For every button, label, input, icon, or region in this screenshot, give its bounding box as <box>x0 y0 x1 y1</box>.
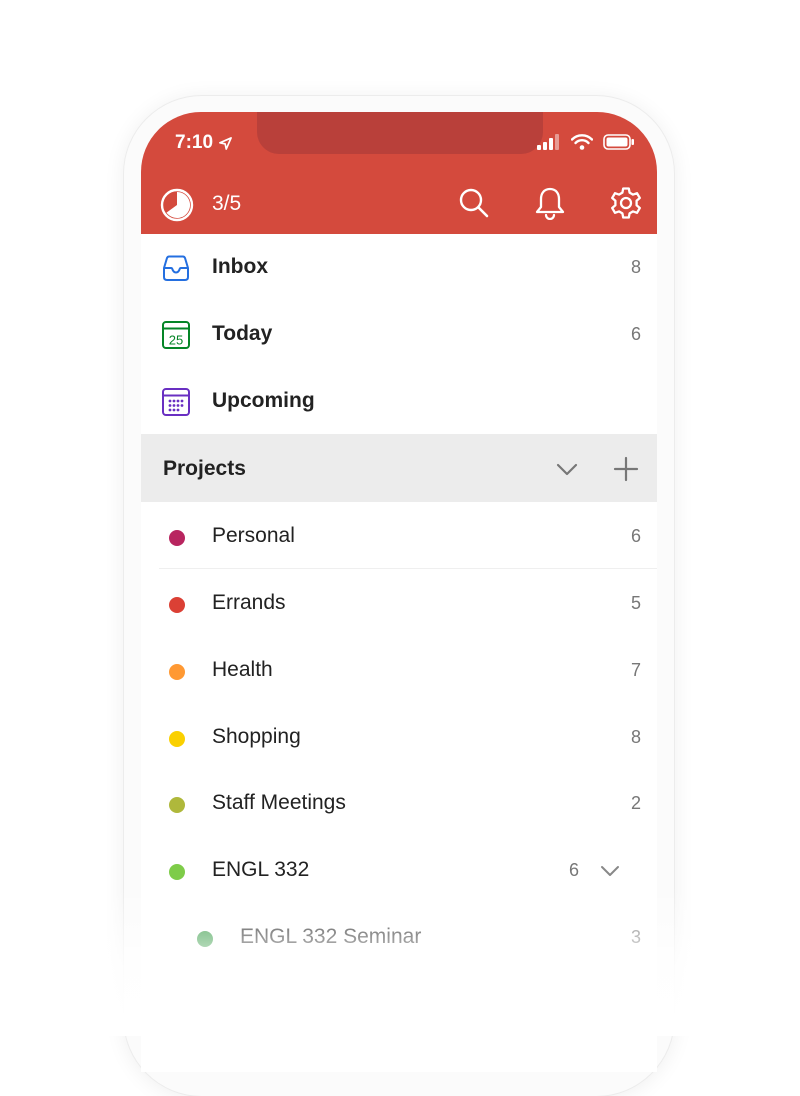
project-color-dot <box>169 530 185 546</box>
project-count: 6 <box>630 526 641 546</box>
project-color-dot <box>169 597 185 613</box>
karma-progress[interactable]: 3/5 <box>212 192 241 216</box>
project-count: 8 <box>630 727 641 747</box>
chevron-down-icon[interactable] <box>597 858 623 884</box>
projects-section-header[interactable]: Projects <box>141 434 657 502</box>
inbox-count: 8 <box>630 257 641 277</box>
location-arrow-icon <box>219 136 232 150</box>
project-name: Personal <box>212 524 295 547</box>
settings-button[interactable] <box>609 186 643 220</box>
today-date-text: 25 <box>169 333 183 348</box>
app-screen: 7:10 3/5 Inbox 8 25 Today 6 Upcoming Pro… <box>141 112 657 1072</box>
nav-item-today[interactable]: 25 Today 6 <box>141 301 657 367</box>
notifications-button[interactable] <box>533 186 567 220</box>
add-project-icon[interactable] <box>610 453 642 485</box>
wifi-icon <box>571 134 593 150</box>
project-color-dot <box>169 731 185 747</box>
row-divider <box>159 568 657 569</box>
project-name: ENGL 332 Seminar <box>240 925 422 948</box>
project-item-health[interactable]: Health 7 <box>141 637 657 703</box>
chevron-down-icon[interactable] <box>552 454 582 484</box>
gear-icon <box>611 187 641 219</box>
project-name: Errands <box>212 591 286 614</box>
search-icon <box>459 188 489 218</box>
project-name: Health <box>212 658 273 681</box>
upcoming-calendar-icon <box>162 388 190 416</box>
project-count: 3 <box>630 927 641 947</box>
battery-icon <box>603 134 634 150</box>
projects-title: Projects <box>163 457 246 480</box>
top-bar: 7:10 3/5 <box>141 112 657 234</box>
project-name: Staff Meetings <box>212 791 346 814</box>
project-count: 7 <box>630 660 641 680</box>
project-count: 2 <box>630 793 641 813</box>
time-text: 7:10 <box>175 132 214 153</box>
project-name: Shopping <box>212 725 301 748</box>
notch <box>257 112 543 154</box>
project-item-staff-meetings[interactable]: Staff Meetings 2 <box>141 770 657 836</box>
project-color-dot <box>169 864 185 880</box>
project-color-dot <box>169 664 185 680</box>
project-item-shopping[interactable]: Shopping 8 <box>141 704 657 770</box>
karma-progress-icon[interactable] <box>159 187 195 223</box>
status-time: 7:10 <box>175 132 232 154</box>
project-count: 6 <box>568 860 579 880</box>
nav-label-upcoming: Upcoming <box>212 389 315 412</box>
inbox-icon <box>163 255 189 281</box>
status-icons <box>537 134 635 150</box>
nav-label-today: Today <box>212 322 273 345</box>
project-item-engl-332-seminar[interactable]: ENGL 332 Seminar 3 <box>141 904 657 970</box>
nav-item-upcoming[interactable]: Upcoming <box>141 368 657 434</box>
project-item-engl-332[interactable]: ENGL 332 6 <box>141 837 657 903</box>
project-name: ENGL 332 <box>212 858 310 881</box>
nav-item-inbox[interactable]: Inbox 8 <box>141 234 657 300</box>
project-item-personal[interactable]: Personal 6 <box>141 503 657 569</box>
today-calendar-icon: 25 <box>162 321 190 349</box>
project-color-dot <box>197 931 213 947</box>
project-count: 5 <box>630 593 641 613</box>
nav-label-inbox: Inbox <box>212 255 268 278</box>
project-item-errands[interactable]: Errands 5 <box>141 570 657 636</box>
search-button[interactable] <box>457 186 491 220</box>
bell-icon <box>535 187 565 220</box>
project-color-dot <box>169 797 185 813</box>
signal-icon <box>537 134 559 150</box>
today-count: 6 <box>630 324 641 344</box>
